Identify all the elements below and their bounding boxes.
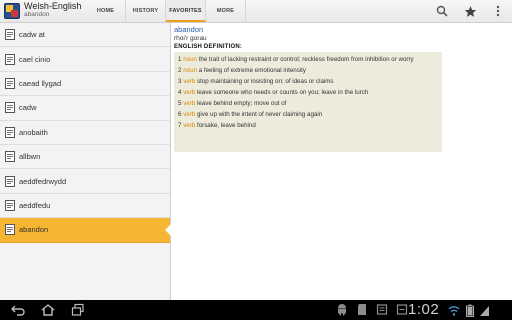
definition-list: 1 noun the trait of lacking restraint or… <box>174 52 442 152</box>
definition-number: 5 <box>178 100 182 107</box>
definition-text: leave someone who needs or counts on you… <box>196 89 369 96</box>
part-of-speech: verb <box>183 89 196 96</box>
document-icon <box>5 199 15 211</box>
list-item[interactable]: cadw at <box>0 23 170 48</box>
list-item[interactable]: aeddfedrwydd <box>0 169 170 194</box>
system-bar: 1:02 <box>0 300 512 320</box>
document-icon <box>5 102 15 114</box>
document-icon <box>5 175 15 187</box>
document-icon <box>5 53 15 65</box>
document-icon <box>5 126 15 138</box>
list-item[interactable]: anobaith <box>0 121 170 145</box>
list-item-selected[interactable]: abandon <box>0 218 171 243</box>
definition-item: 1 noun the trait of lacking restraint or… <box>178 54 438 65</box>
back-icon[interactable] <box>10 302 26 318</box>
android-debug-icon <box>338 304 346 316</box>
definition-item: 4 verb leave someone who needs or counts… <box>178 87 438 98</box>
recent-apps-icon[interactable] <box>70 302 86 318</box>
tab-history[interactable]: HISTORY <box>126 0 166 22</box>
list-item-label: allbwn <box>19 152 41 162</box>
list-item-label: cadw at <box>19 30 45 40</box>
star-icon[interactable] <box>462 3 478 19</box>
definition-item: 3 verb stop maintaining or insisting on;… <box>178 76 438 87</box>
list-item-label: abandon <box>19 225 49 235</box>
tab-bar: HOME HISTORY FAVORITES MORE <box>86 0 246 22</box>
part-of-speech: verb <box>183 122 196 129</box>
list-item-label: aeddfedu <box>19 200 51 210</box>
list-item-label: anobaith <box>19 127 48 137</box>
sd-card-icon <box>358 304 366 315</box>
definition-number: 6 <box>178 111 182 118</box>
definition-text: the trait of lacking restraint or contro… <box>198 56 414 63</box>
part-of-speech: noun <box>183 56 197 63</box>
part-of-speech: verb <box>183 111 196 118</box>
definition-text: give up with the intent of never claimin… <box>196 111 323 118</box>
wifi-icon <box>448 305 460 316</box>
definition-item: 5 verb leave behind empty; move out of <box>178 98 438 109</box>
status-icons <box>336 303 408 316</box>
definition-item: 6 verb give up with the intent of never … <box>178 109 438 120</box>
definition-number: 3 <box>178 78 182 85</box>
definition-text: stop maintaining or insisting on; of ide… <box>196 78 334 85</box>
definition-number: 4 <box>178 89 182 96</box>
part-of-speech: noun <box>183 67 197 74</box>
definition-pane: abandon rhoi'r gorau ENGLISH DEFINITION:… <box>172 23 512 300</box>
home-icon[interactable] <box>40 302 56 318</box>
list-item-label: cadw <box>19 103 37 113</box>
definition-text: a feeling of extreme emotional intensity <box>198 67 306 74</box>
definition-text: forsake, leave behind <box>196 122 256 129</box>
definition-number: 7 <box>178 122 182 129</box>
document-icon <box>5 29 15 41</box>
notification-icon-2 <box>396 304 408 315</box>
tab-favorites[interactable]: FAVORITES <box>166 0 206 22</box>
document-icon <box>5 224 15 236</box>
list-item[interactable]: aeddfedu <box>0 194 170 219</box>
search-icon[interactable] <box>434 3 450 19</box>
favorites-list: cadw at cael cinio caead llygad cadw ano… <box>0 23 171 300</box>
tab-home[interactable]: HOME <box>86 0 126 22</box>
definition-item: 2 noun a feeling of extreme emotional in… <box>178 65 438 76</box>
list-item[interactable]: cael cinio <box>0 47 170 72</box>
headword: abandon <box>174 25 204 34</box>
app-title: Welsh-English <box>24 1 82 11</box>
definition-number: 1 <box>178 56 182 63</box>
list-item-label: cael cinio <box>19 54 51 64</box>
clock[interactable]: 1:02 <box>408 301 439 318</box>
tab-more[interactable]: MORE <box>206 0 246 22</box>
part-of-speech: verb <box>183 100 196 107</box>
overflow-menu-icon[interactable] <box>490 3 506 19</box>
definition-item: 7 verb forsake, leave behind <box>178 120 438 131</box>
document-icon <box>5 151 15 163</box>
list-item[interactable]: allbwn <box>0 145 170 170</box>
list-item[interactable]: caead llygad <box>0 72 170 97</box>
list-item-label: aeddfedrwydd <box>19 176 67 186</box>
app-subtitle: abandon <box>24 11 50 18</box>
notification-icon <box>376 304 388 315</box>
list-item[interactable]: cadw <box>0 96 170 121</box>
dictionary-app-icon[interactable] <box>4 3 20 19</box>
battery-icon <box>466 304 474 317</box>
signal-icon <box>480 305 489 316</box>
translation: rhoi'r gorau <box>174 35 207 42</box>
part-of-speech: verb <box>183 78 196 85</box>
definition-heading: ENGLISH DEFINITION: <box>174 44 243 50</box>
document-icon <box>5 77 15 89</box>
connectivity-icons <box>448 304 489 317</box>
action-buttons <box>434 3 506 19</box>
definition-number: 2 <box>178 67 182 74</box>
list-item-label: caead llygad <box>19 78 62 88</box>
action-bar: Welsh-English abandon HOME HISTORY FAVOR… <box>0 0 512 23</box>
definition-text: leave behind empty; move out of <box>196 100 287 107</box>
